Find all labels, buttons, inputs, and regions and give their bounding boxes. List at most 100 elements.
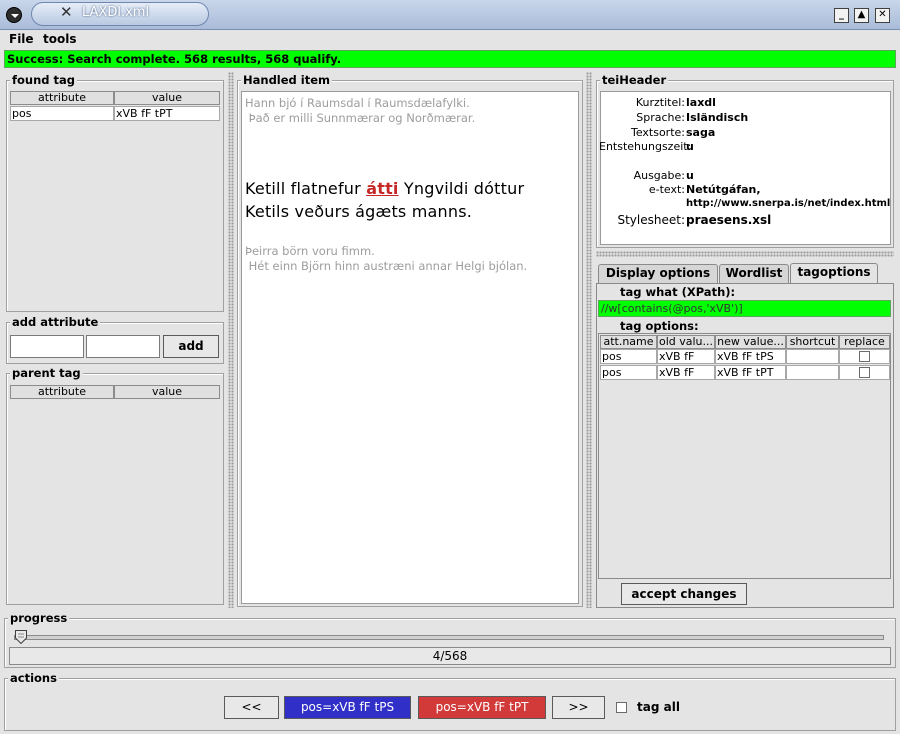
menu-tools[interactable]: tools — [43, 32, 76, 46]
tag-all-label: tag all — [637, 700, 680, 714]
table-cell-new-value[interactable]: xVB fF tPT — [715, 365, 786, 380]
tei-label: e-text: — [648, 183, 685, 196]
tei-label: Sprache: — [636, 111, 685, 124]
table-cell-replace — [839, 349, 890, 364]
maximize-button[interactable]: ▲ — [854, 8, 869, 23]
table-cell-att-name[interactable]: pos — [600, 365, 657, 380]
tag-options-label: tag options: — [620, 319, 699, 333]
handled-item-text-area[interactable]: Hann bjó í Raumsdal í Raumsdælafylki. Þa… — [241, 91, 579, 604]
add-attribute-title: add attribute — [10, 315, 101, 329]
menu-file[interactable]: File — [9, 32, 34, 46]
column-header-attribute[interactable]: attribute — [10, 91, 114, 105]
minimize-button[interactable]: _ — [834, 8, 849, 23]
progress-counter: 4/568 — [9, 647, 891, 665]
progress-slider-thumb[interactable] — [15, 630, 27, 645]
table-cell-replace — [839, 365, 890, 380]
add-button[interactable]: add — [163, 335, 219, 358]
tei-label: Entstehungszeit: — [599, 140, 692, 153]
column-header-att-name[interactable]: att.name — [600, 335, 657, 349]
tei-value: Isländisch — [686, 111, 749, 124]
right-splitter[interactable] — [586, 72, 592, 608]
left-splitter[interactable] — [228, 72, 234, 608]
tei-label: Textsorte: — [630, 126, 685, 139]
tei-value: Netútgáfan, — [686, 183, 761, 196]
tab-wordlist[interactable]: Wordlist — [719, 264, 789, 283]
tei-label: Kurztitel: — [635, 96, 685, 109]
tag-all-checkbox[interactable] — [616, 702, 627, 713]
previous-button[interactable]: << — [224, 696, 279, 719]
tab-tagoptions[interactable]: tagoptions — [790, 263, 878, 283]
tag-option-1-button[interactable]: pos=xVB fF tPS — [284, 696, 411, 719]
context-before-line-1: Hann bjó í Raumsdal í Raumsdælafylki. — [245, 96, 470, 110]
table-cell-old-value[interactable]: xVB fF — [657, 365, 715, 380]
handled-item-title: Handled item — [241, 73, 333, 87]
handled-item-panel: Handled item Hann bjó í Raumsdal í Raums… — [237, 74, 583, 607]
tei-value: u — [686, 140, 694, 153]
title-bar: ✕ LAXDl.xml _ ▲ ✕ — [0, 0, 900, 30]
next-button[interactable]: >> — [552, 696, 605, 719]
slider-thumb-icon — [15, 630, 27, 645]
tei-value: praesens.xsl — [686, 213, 772, 227]
attribute-value-input[interactable] — [86, 335, 160, 358]
parent-tag-title: parent tag — [10, 366, 83, 380]
accept-changes-button[interactable]: accept changes — [621, 583, 747, 605]
column-header-replace[interactable]: replace — [839, 335, 890, 349]
progress-slider-track[interactable] — [14, 635, 884, 640]
tei-value: laxdl — [686, 96, 716, 109]
context-after-line-1: Þeirra börn voru fimm. — [245, 244, 375, 258]
tei-label: Ausgabe: — [633, 169, 685, 182]
progress-title: progress — [8, 611, 70, 625]
found-tag-panel: found tag attribute value pos xVB fF tPT — [6, 74, 224, 312]
sentence-suffix: Yngvildi dóttur — [398, 179, 525, 198]
progress-panel: progress 4/568 — [4, 612, 896, 668]
context-after-line-2: Hét einn Björn hinn austræni annar Helgi… — [245, 259, 528, 273]
attribute-name-input[interactable] — [10, 335, 84, 358]
column-header-value[interactable]: value — [114, 91, 220, 105]
table-cell-shortcut[interactable] — [786, 349, 839, 364]
table-cell-shortcut[interactable] — [786, 365, 839, 380]
status-text: Success: Search complete. 568 results, 5… — [7, 52, 342, 66]
found-tag-cell-attribute[interactable]: pos — [10, 106, 114, 121]
found-tag-cell-value[interactable]: xVB fF tPT — [114, 106, 220, 121]
table-cell-old-value[interactable]: xVB fF — [657, 349, 715, 364]
window-title: LAXDl.xml — [82, 5, 150, 20]
parent-tag-panel: parent tag attribute value — [6, 367, 224, 605]
tagoptions-panel: tag what (XPath): //w[contains(@pos,'xVB… — [596, 283, 894, 608]
status-bar: Success: Search complete. 568 results, 5… — [4, 50, 896, 68]
table-cell-new-value[interactable]: xVB fF tPS — [715, 349, 786, 364]
horizontal-splitter[interactable] — [596, 251, 894, 257]
column-header-new-value[interactable]: new value... — [715, 335, 786, 349]
tei-label: Stylesheet: — [617, 213, 685, 227]
window-menu-icon[interactable] — [6, 7, 22, 23]
table-cell-att-name[interactable]: pos — [600, 349, 657, 364]
replace-checkbox[interactable] — [859, 351, 870, 362]
replace-checkbox[interactable] — [859, 367, 870, 378]
menu-bar: File tools — [0, 30, 900, 49]
tag-option-2-button[interactable]: pos=xVB fF tPT — [418, 696, 546, 719]
parent-column-header-attribute[interactable]: attribute — [10, 385, 114, 399]
tei-value: u — [686, 169, 694, 182]
tei-url[interactable]: http://www.snerpa.is/net/index.html — [686, 198, 890, 209]
tei-value: saga — [686, 126, 716, 139]
tei-header-title: teiHeader — [600, 73, 669, 87]
actions-title: actions — [8, 671, 59, 685]
column-header-shortcut[interactable]: shortcut — [786, 335, 839, 349]
tag-options-table: att.name old valu... new value... shortc… — [598, 333, 891, 579]
parent-column-header-value[interactable]: value — [114, 385, 220, 399]
app-icon: ✕ — [60, 3, 73, 21]
tag-what-label: tag what (XPath): — [620, 285, 736, 299]
focus-word[interactable]: átti — [366, 179, 398, 198]
sentence-prefix: Ketill flatnefur — [245, 179, 367, 198]
sentence-line-2: Ketils veðurs ágæts manns. — [245, 202, 473, 221]
sentence-line-1: Ketill flatnefur átti Yngvildi dóttur — [245, 179, 524, 198]
tei-header-panel: teiHeader Kurztitel: laxdl Sprache: Islä… — [596, 74, 894, 248]
context-before-line-2: Það er milli Sunnmærar og Norðmærar. — [245, 111, 476, 125]
column-header-old-value[interactable]: old valu... — [657, 335, 715, 349]
tab-display-options[interactable]: Display options — [598, 264, 718, 283]
found-tag-title: found tag — [10, 73, 78, 87]
xpath-input[interactable]: //w[contains(@pos,'xVB')] — [598, 300, 891, 317]
add-attribute-panel: add attribute add — [6, 316, 224, 364]
actions-panel: actions << pos=xVB fF tPS pos=xVB fF tPT… — [4, 672, 896, 731]
tei-header-content: Kurztitel: laxdl Sprache: Isländisch Tex… — [599, 91, 891, 245]
close-button[interactable]: ✕ — [875, 8, 890, 23]
